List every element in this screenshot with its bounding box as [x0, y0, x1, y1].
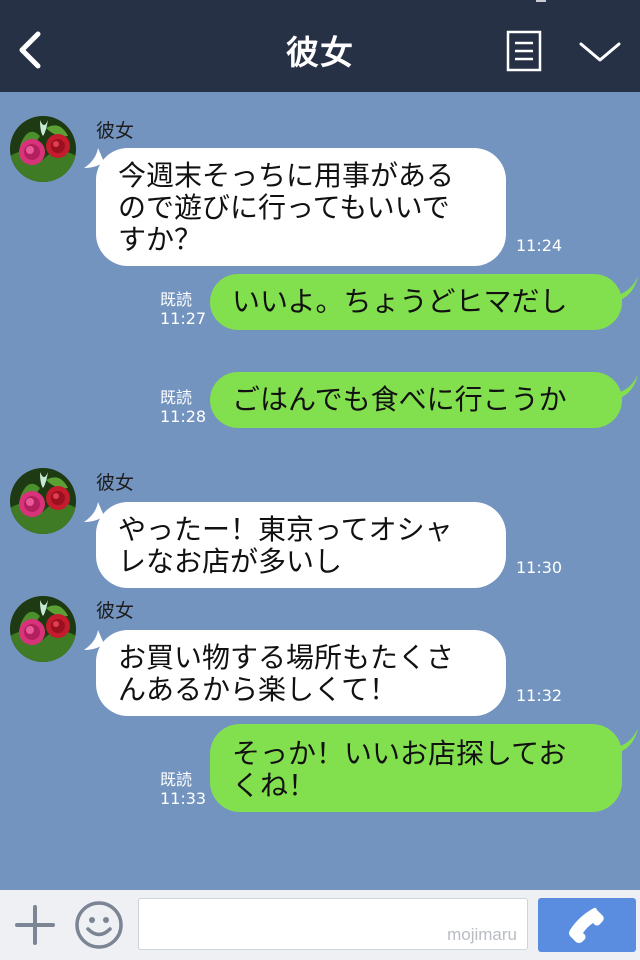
note-menu-button[interactable] [506, 30, 542, 72]
message-time: 11:24 [516, 236, 563, 255]
call-button[interactable] [538, 898, 636, 952]
message-text: いいよ。ちょうどヒマだし [232, 285, 568, 318]
message-time: 11:32 [516, 686, 563, 705]
chat-header: 彼女 [0, 0, 640, 92]
read-receipt: 既読 11:27 [160, 290, 210, 328]
message-bubble-outgoing[interactable]: そっか！いいお店探してお くね！ [210, 724, 622, 812]
sender-avatar[interactable] [10, 596, 76, 662]
sender-name: 彼女 [96, 472, 135, 494]
sender-avatar[interactable] [10, 116, 76, 182]
chevron-down-icon [579, 42, 621, 62]
message-list[interactable]: 彼女 今週末そっちに用事がある ので遊びに行ってもいいで すか？ 11:24 既… [0, 92, 640, 890]
status-bar-mark [536, 0, 546, 2]
read-receipt: 既読 11:28 [160, 388, 210, 426]
message-text: やったー！東京ってオシャ レなお店が多いし [118, 513, 453, 578]
message-text: 今週末そっちに用事がある ので遊びに行ってもいいで すか？ [118, 159, 455, 256]
read-label: 既読 [160, 388, 193, 407]
message-time: 11:28 [160, 407, 207, 426]
watermark-text: mojimaru [447, 925, 517, 944]
message-bubble-incoming[interactable]: 今週末そっちに用事がある ので遊びに行ってもいいで すか？ [96, 148, 506, 266]
expand-button[interactable] [578, 38, 622, 66]
plus-icon [15, 905, 55, 945]
rose-avatar-image [10, 596, 76, 662]
chat-title: 彼女 [286, 33, 354, 72]
rose-avatar-image [10, 468, 76, 534]
message-bubble-incoming[interactable]: お買い物する場所もたくさ んあるから楽しくて！ [96, 630, 506, 716]
message-bubble-outgoing[interactable]: ごはんでも食べに行こうか [210, 372, 622, 428]
read-label: 既読 [160, 290, 193, 309]
message-text: ごはんでも食べに行こうか [232, 383, 567, 416]
note-list-icon [506, 30, 542, 72]
message-time: 11:27 [160, 309, 207, 328]
rose-avatar-image [10, 116, 76, 182]
message-composer: mojimaru [0, 890, 640, 960]
attach-button[interactable] [14, 904, 56, 946]
message-text: そっか！いいお店探してお くね！ [232, 737, 567, 802]
smiley-icon [75, 901, 123, 949]
message-bubble-outgoing[interactable]: いいよ。ちょうどヒマだし [210, 274, 622, 330]
message-bubble-incoming[interactable]: やったー！東京ってオシャ レなお店が多いし [96, 502, 506, 588]
message-time: 11:33 [160, 789, 207, 808]
sender-name: 彼女 [96, 600, 135, 622]
bubble-tail [612, 728, 638, 752]
sender-avatar[interactable] [10, 468, 76, 534]
sticker-button[interactable] [74, 900, 124, 950]
message-text: お買い物する場所もたくさ んあるから楽しくて！ [118, 641, 455, 706]
sender-name: 彼女 [96, 120, 135, 142]
read-receipt: 既読 11:33 [160, 770, 210, 808]
message-input[interactable]: mojimaru [138, 898, 528, 950]
phone-icon [569, 907, 604, 943]
read-label: 既読 [160, 770, 193, 789]
bubble-tail [612, 276, 638, 300]
bubble-tail [612, 374, 638, 398]
message-time: 11:30 [516, 558, 563, 577]
